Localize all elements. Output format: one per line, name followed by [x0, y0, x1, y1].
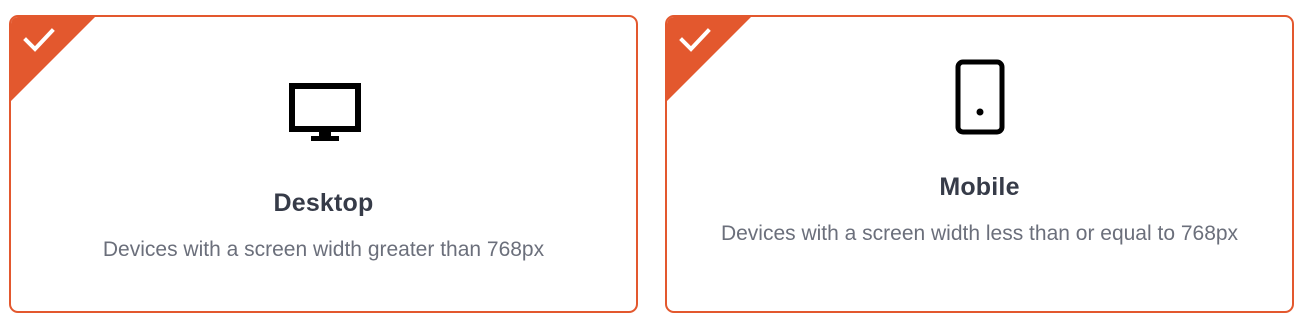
mobile-option-card[interactable]: Mobile Devices with a screen width less … [665, 15, 1294, 313]
desktop-title: Desktop [273, 189, 374, 217]
mobile-description: Devices with a screen width less than or… [720, 222, 1239, 245]
desktop-option-card[interactable]: Desktop Devices with a screen width grea… [9, 15, 638, 313]
monitor-icon [289, 83, 361, 145]
mobile-title: Mobile [939, 173, 1020, 201]
smartphone-icon [954, 59, 1006, 135]
device-options: Desktop Devices with a screen width grea… [0, 0, 1310, 336]
desktop-description: Devices with a screen width greater than… [102, 238, 545, 261]
checkmark-icon [23, 28, 55, 52]
checkmark-icon [679, 28, 711, 52]
